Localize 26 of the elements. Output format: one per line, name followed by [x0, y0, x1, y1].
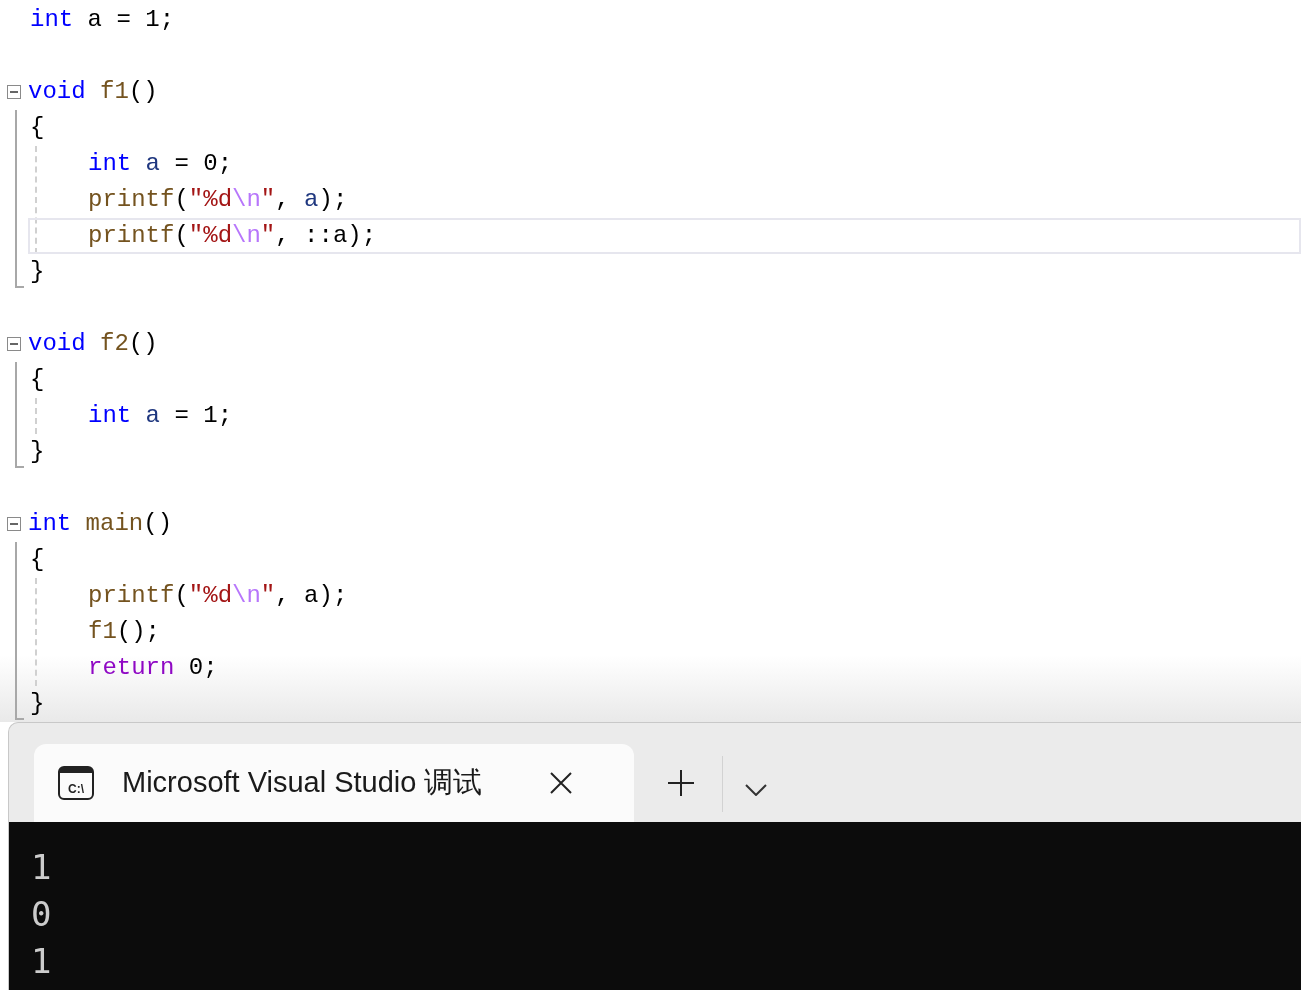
code-line: int a = 1;: [29, 5, 176, 35]
code-line: {: [30, 365, 46, 395]
code-line: void f2(): [28, 329, 158, 359]
code-line: {: [30, 545, 46, 575]
code-line: }: [30, 257, 46, 287]
terminal-tab[interactable]: C:\ Microsoft Visual Studio 调试: [34, 744, 634, 822]
code-line: printf("%d\n", ::a);: [28, 218, 1301, 254]
collapse-icon[interactable]: [7, 517, 21, 531]
code-line: }: [30, 437, 46, 467]
code-line: }: [30, 689, 46, 719]
tab-title: Microsoft Visual Studio 调试: [122, 765, 484, 800]
code-line: f1();: [88, 617, 162, 647]
collapse-icon[interactable]: [7, 337, 21, 351]
code-line: printf("%d\n", a);: [88, 581, 349, 611]
output-line: 1: [31, 940, 53, 983]
code-line: void f1(): [28, 77, 158, 107]
code-line: int a = 0;: [88, 149, 234, 179]
output-line: 1: [31, 846, 53, 889]
output-line: 0: [31, 893, 53, 936]
code-line: printf("%d\n", a);: [88, 185, 349, 215]
collapse-icon[interactable]: [7, 85, 21, 99]
code-line: int a = 1;: [88, 401, 234, 431]
code-line: return 0;: [88, 653, 219, 683]
code-line: int main(): [28, 509, 173, 539]
code-line: {: [30, 113, 46, 143]
terminal-icon: C:\: [58, 766, 94, 800]
